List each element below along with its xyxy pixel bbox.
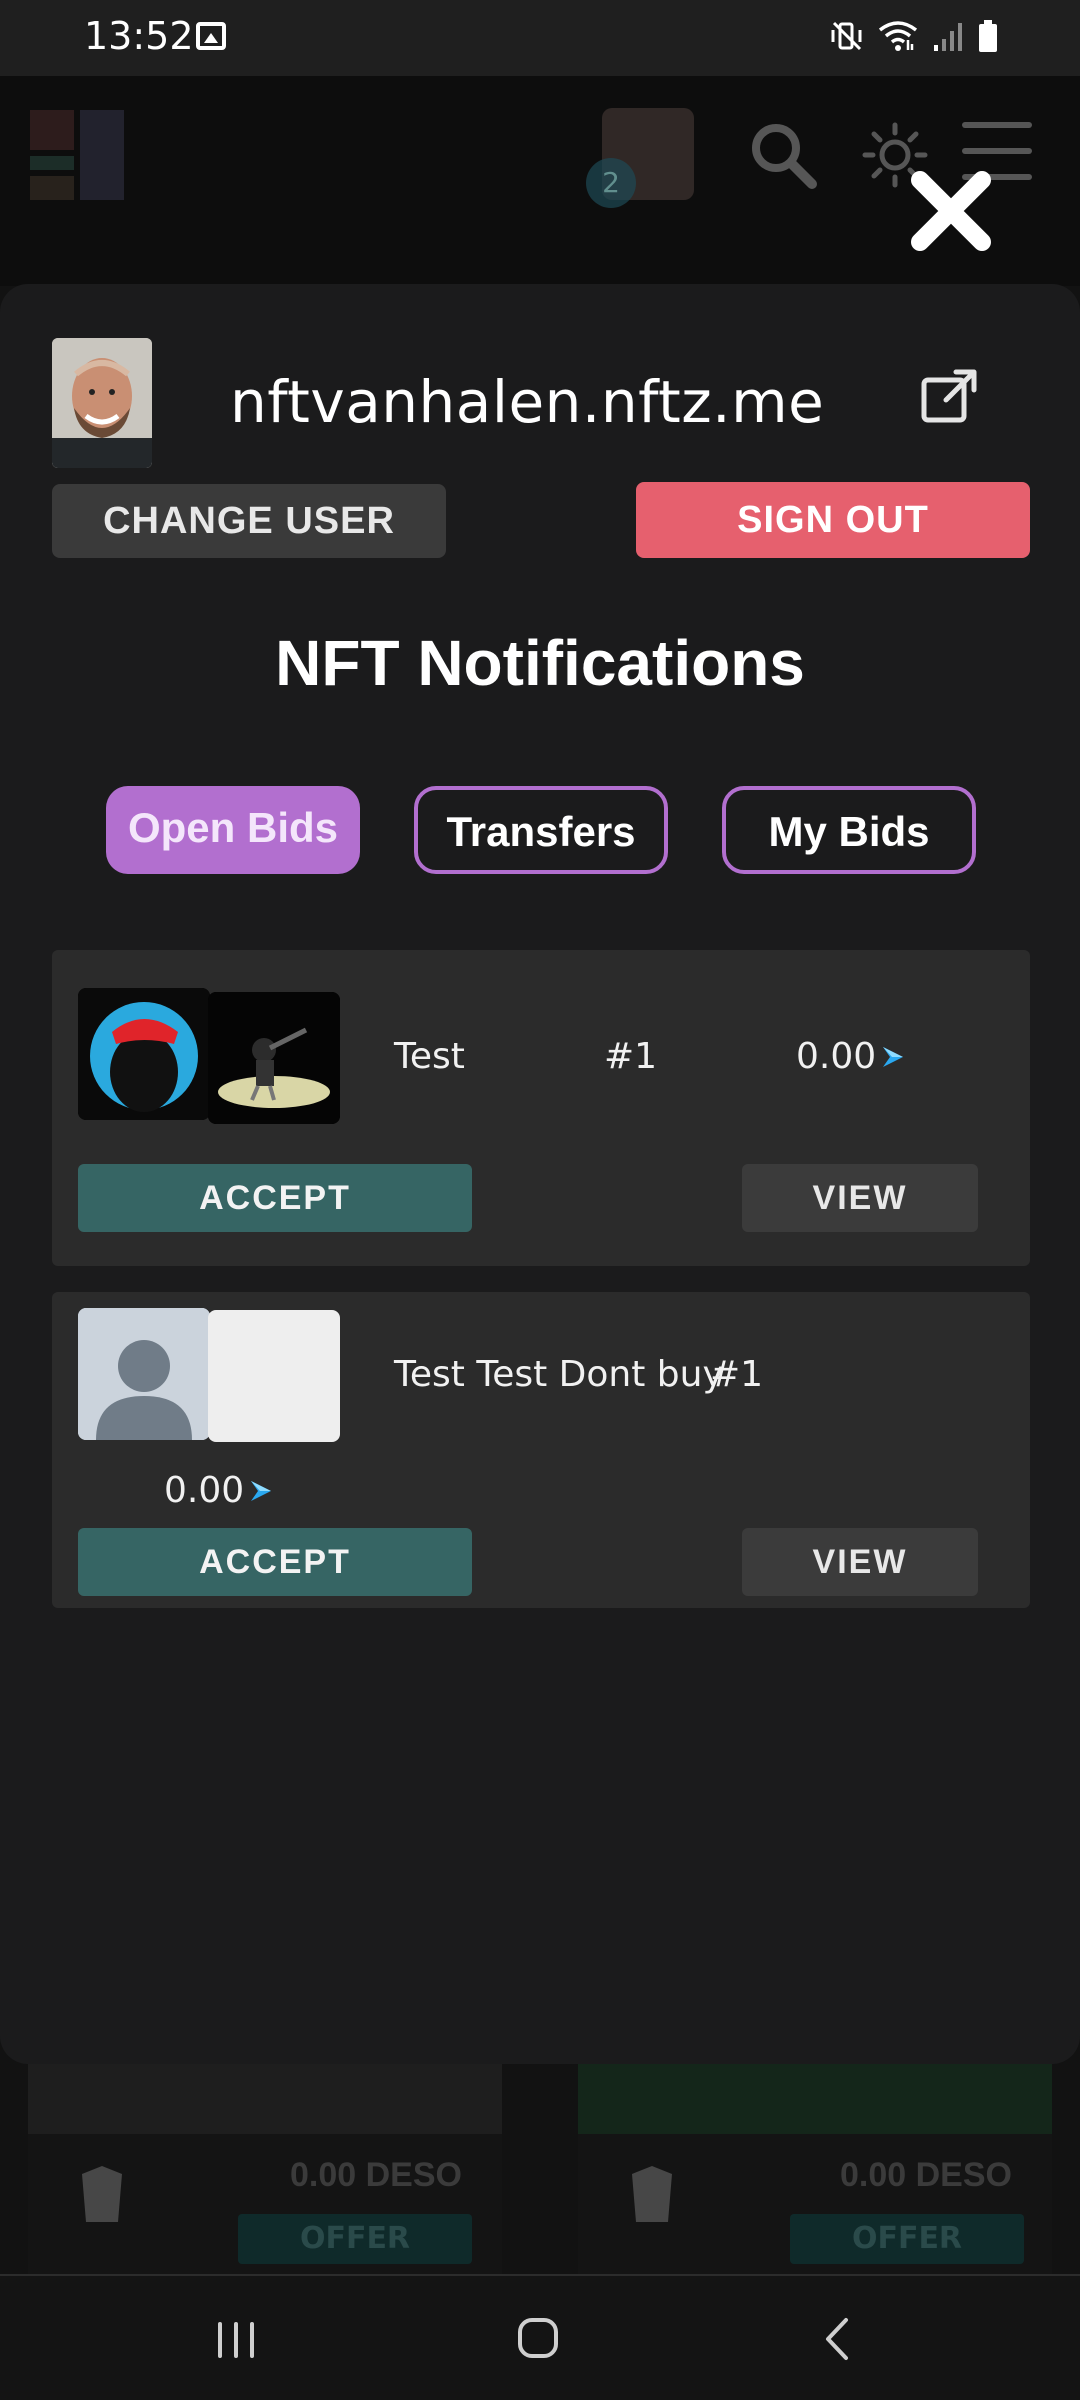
sign-out-button[interactable]: SIGN OUT xyxy=(636,482,1030,558)
tab-open-bids[interactable]: Open Bids xyxy=(106,786,360,874)
deso-icon xyxy=(251,1480,272,1501)
home-icon[interactable] xyxy=(516,2316,560,2360)
background-price: 0.00 DESO xyxy=(840,2156,1012,2194)
background-offer-button: OFFER xyxy=(238,2214,472,2264)
view-button[interactable]: VIEW xyxy=(742,1164,978,1232)
gallery-icon xyxy=(196,22,226,50)
bid-price: 0.00 xyxy=(164,1470,274,1511)
background-nft-grid: 0.00 DESO OFFER 0.00 DESO OFFER xyxy=(0,2064,1080,2274)
bid-price: 0.00 xyxy=(796,1036,906,1077)
background-price: 0.00 DESO xyxy=(290,2156,462,2194)
signal-icon xyxy=(934,23,962,51)
recent-apps-icon[interactable] xyxy=(214,2320,258,2360)
bid-price-value: 0.00 xyxy=(164,1470,245,1511)
wifi-icon xyxy=(878,21,918,51)
nft-name: Test xyxy=(394,1036,465,1077)
nft-edition: #1 xyxy=(604,1036,658,1077)
screen: 13:52 2 nftvanhalen.nftz.me CHANGE USER … xyxy=(0,0,1080,2400)
accept-button[interactable]: ACCEPT xyxy=(78,1164,472,1232)
mute-vibrate-icon xyxy=(831,21,862,51)
change-user-button[interactable]: CHANGE USER xyxy=(52,484,446,558)
bid-card: Test #1 0.00 ACCEPT VIEW xyxy=(52,950,1030,1266)
deso-icon xyxy=(883,1046,904,1067)
nft-thumbnail[interactable] xyxy=(208,992,340,1124)
username: nftvanhalen.nftz.me xyxy=(230,368,825,436)
search-icon[interactable] xyxy=(748,120,818,190)
site-logo-icon xyxy=(30,110,128,200)
bidder-avatar[interactable] xyxy=(78,1308,210,1440)
tab-my-bids[interactable]: My Bids xyxy=(722,786,976,874)
close-icon[interactable] xyxy=(906,166,996,256)
nft-edition: #1 xyxy=(710,1354,764,1395)
page-title: NFT Notifications xyxy=(275,627,805,699)
bid-card: Test Test Dont buy #1 0.00 ACCEPT VIEW xyxy=(52,1292,1030,1608)
battery-icon xyxy=(979,20,997,52)
user-avatar xyxy=(52,338,152,468)
tab-transfers[interactable]: Transfers xyxy=(414,786,668,874)
back-icon[interactable] xyxy=(822,2316,852,2362)
bid-price-value: 0.00 xyxy=(796,1036,877,1077)
view-button[interactable]: VIEW xyxy=(742,1528,978,1596)
nft-creator-icon xyxy=(632,2166,672,2222)
system-nav-bar xyxy=(0,2274,1080,2400)
status-time: 13:52 xyxy=(84,14,194,58)
bidder-avatar[interactable] xyxy=(78,988,210,1120)
background-nft-card: 0.00 DESO OFFER xyxy=(578,2064,1052,2274)
accept-button[interactable]: ACCEPT xyxy=(78,1528,472,1596)
background-nft-card: 0.00 DESO OFFER xyxy=(28,2064,502,2274)
status-icons xyxy=(830,18,998,54)
status-bar: 13:52 xyxy=(0,0,1080,76)
nft-name: Test Test Dont buy xyxy=(394,1354,724,1395)
nft-creator-icon xyxy=(82,2166,122,2222)
background-offer-button: OFFER xyxy=(790,2214,1024,2264)
external-link-icon[interactable] xyxy=(918,364,982,428)
notification-count-badge: 2 xyxy=(586,158,636,208)
nft-thumbnail[interactable] xyxy=(208,1310,340,1442)
